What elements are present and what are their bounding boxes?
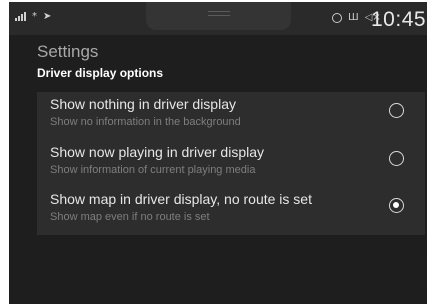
page-title: Settings bbox=[37, 42, 99, 61]
radio-icon bbox=[332, 12, 342, 23]
page-subtitle: Driver display options bbox=[37, 66, 164, 80]
bluetooth-icon: * bbox=[32, 11, 37, 22]
option-title: Show map in driver display, no route is … bbox=[50, 191, 312, 207]
option-subtitle: Show map even if no route is set bbox=[50, 211, 210, 223]
document-id: G053249 bbox=[420, 257, 429, 290]
radio-button[interactable] bbox=[389, 103, 404, 118]
option-show-now-playing[interactable]: Show now playing in driver display Show … bbox=[37, 140, 425, 184]
navigation-arrow-icon: ➤ bbox=[43, 11, 52, 22]
signal-strength-icon bbox=[15, 12, 26, 21]
status-left-icons: * ➤ bbox=[15, 11, 51, 22]
option-title: Show now playing in driver display bbox=[50, 144, 264, 160]
list-icon: Ш bbox=[348, 12, 359, 23]
clock: 10:45 bbox=[371, 8, 427, 31]
option-subtitle: Show no information in the background bbox=[50, 116, 241, 128]
option-subtitle: Show information of current playing medi… bbox=[50, 164, 256, 176]
top-view-handle[interactable] bbox=[146, 2, 291, 30]
options-panel: Show nothing in driver display Show no i… bbox=[37, 92, 425, 235]
infotainment-screen: * ➤ Ш ◁× 10:45 Settings Driver display o… bbox=[9, 2, 427, 304]
option-show-nothing[interactable]: Show nothing in driver display Show no i… bbox=[37, 92, 425, 136]
radio-button[interactable] bbox=[389, 151, 404, 166]
radio-button-selected[interactable] bbox=[389, 198, 404, 213]
status-bar: * ➤ Ш ◁× 10:45 bbox=[9, 2, 427, 35]
option-show-map[interactable]: Show map in driver display, no route is … bbox=[37, 187, 425, 231]
handle-grip-icon bbox=[208, 11, 230, 19]
option-title: Show nothing in driver display bbox=[50, 96, 236, 112]
